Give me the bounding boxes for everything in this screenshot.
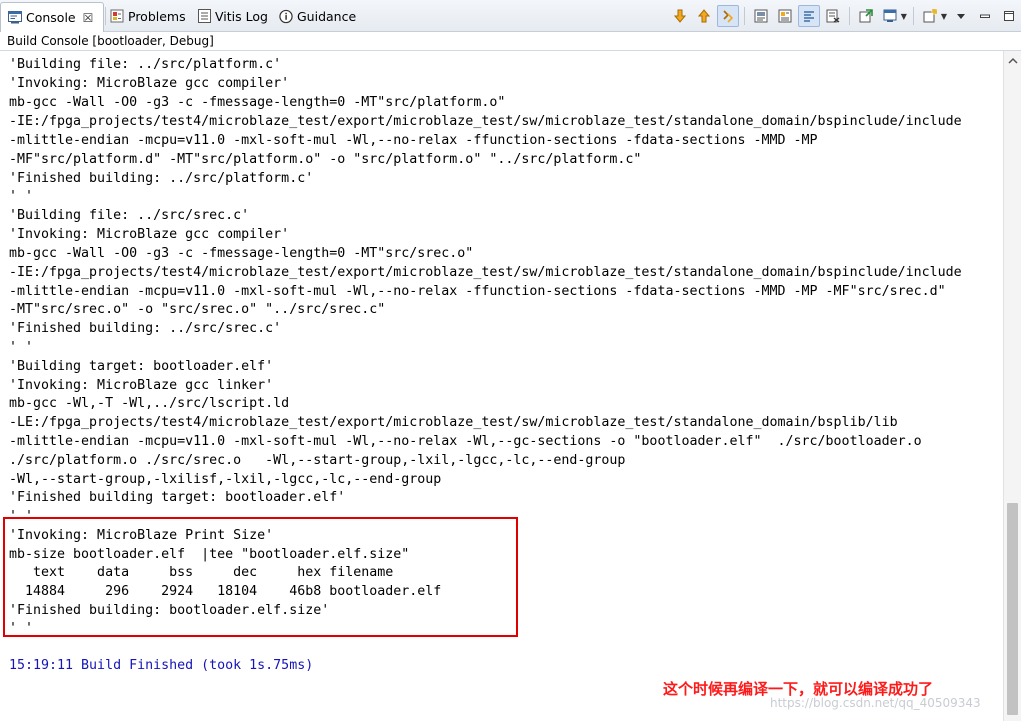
chevron-down-icon[interactable]: ▼ — [941, 12, 947, 21]
console-line: mb-gcc -Wl,-T -Wl,../src/lscript.ld — [9, 396, 290, 411]
console-line: -MT"src/srec.o" -o "src/srec.o" "../src/… — [9, 302, 386, 317]
show-console-icon[interactable] — [797, 5, 820, 27]
toolbar-divider — [848, 7, 850, 25]
build-finished-line: 15:19:11 Build Finished (took 1s.75ms) — [9, 658, 314, 673]
console-line: 'Building file: ../src/srec.c' — [9, 208, 250, 223]
tab-guidance[interactable]: Guidance — [279, 2, 356, 30]
console-line: mb-gcc -Wall -O0 -g3 -c -fmessage-length… — [9, 95, 506, 110]
console-line: -IE:/fpga_projects/test4/microblaze_test… — [9, 265, 962, 280]
console-line: -mlittle-endian -mcpu=v11.0 -mxl-soft-mu… — [9, 434, 922, 449]
console-line: -Wl,--start-group,-lxilisf,-lxil,-lgcc,-… — [9, 472, 442, 487]
toolbar-divider — [743, 7, 745, 25]
scroll-up-icon[interactable] — [693, 5, 715, 27]
tab-guidance-label: Guidance — [297, 8, 357, 24]
display-selected-console-icon[interactable] — [879, 5, 901, 27]
pin-console-icon[interactable] — [774, 5, 796, 27]
console-line: -mlittle-endian -mcpu=v11.0 -mxl-soft-mu… — [9, 284, 946, 299]
log-icon — [197, 9, 211, 23]
console-line: -IE:/fpga_projects/test4/microblaze_test… — [9, 114, 962, 129]
tab-divider — [105, 7, 106, 25]
console-line: 'Building file: ../src/platform.c' — [9, 57, 282, 72]
view-tab-bar: Console ☒ Problems Vitis Log Guidance ▼ … — [0, 0, 1021, 32]
info-icon — [279, 9, 293, 23]
console-line: 'Building target: bootloader.elf' — [9, 359, 274, 374]
console-toolbar: ▼ ▼ — [668, 3, 1021, 29]
tab-problems-label: Problems — [128, 8, 186, 24]
console-line: -MF"src/platform.d" -MT"src/platform.o" … — [9, 152, 642, 167]
console-line: ' ' — [9, 340, 34, 355]
word-wrap-icon[interactable] — [750, 5, 772, 27]
tab-console[interactable]: Console ☒ — [0, 2, 104, 32]
console-line: 'Finished building target: bootloader.el… — [9, 490, 346, 505]
console-line: ' ' — [9, 189, 34, 204]
view-menu-icon[interactable] — [950, 5, 972, 27]
console-line: 'Invoking: MicroBlaze gcc linker' — [9, 378, 274, 393]
console-line: 'Invoking: MicroBlaze gcc compiler' — [9, 227, 290, 242]
console-output[interactable]: 'Building file: ../src/platform.c' 'Invo… — [0, 51, 1003, 721]
scrollbar-thumb[interactable] — [1007, 503, 1018, 715]
open-console-icon[interactable] — [919, 5, 941, 27]
tab-vitis-log[interactable]: Vitis Log — [197, 2, 268, 30]
console-line: mb-gcc -Wall -O0 -g3 -c -fmessage-length… — [9, 246, 474, 261]
console-icon — [8, 11, 22, 25]
terminate-icon[interactable] — [855, 5, 877, 27]
chevron-down-icon[interactable]: ▼ — [901, 12, 907, 21]
highlight-box — [3, 517, 518, 637]
maximize-icon[interactable] — [998, 5, 1020, 27]
scroll-up-arrow-icon[interactable] — [1007, 55, 1019, 65]
tab-console-label: Console — [26, 10, 76, 25]
tab-vitis-log-label: Vitis Log — [215, 8, 268, 24]
minimize-icon[interactable] — [974, 5, 996, 27]
problems-icon — [110, 9, 124, 23]
annotation-note: 这个时候再编译一下，就可以编译成功了 — [663, 680, 934, 698]
console-line: -mlittle-endian -mcpu=v11.0 -mxl-soft-mu… — [9, 133, 818, 148]
close-tab-icon[interactable]: ☒ — [83, 11, 94, 25]
clear-console-icon[interactable] — [822, 5, 844, 27]
console-line: -LE:/fpga_projects/test4/microblaze_test… — [9, 415, 898, 430]
console-title: Build Console [bootloader, Debug] — [0, 32, 1021, 51]
console-line: ./src/platform.o ./src/srec.o -Wl,--star… — [9, 453, 626, 468]
scroll-down-icon[interactable] — [669, 5, 691, 27]
console-line: 'Finished building: ../src/srec.c' — [9, 321, 282, 336]
console-line: 'Finished building: ../src/platform.c' — [9, 171, 314, 186]
console-line: 'Invoking: MicroBlaze gcc compiler' — [9, 76, 290, 91]
scroll-lock-icon[interactable] — [716, 5, 739, 27]
vertical-scrollbar[interactable] — [1003, 51, 1021, 721]
toolbar-divider — [912, 7, 914, 25]
tab-problems[interactable]: Problems — [110, 2, 186, 30]
